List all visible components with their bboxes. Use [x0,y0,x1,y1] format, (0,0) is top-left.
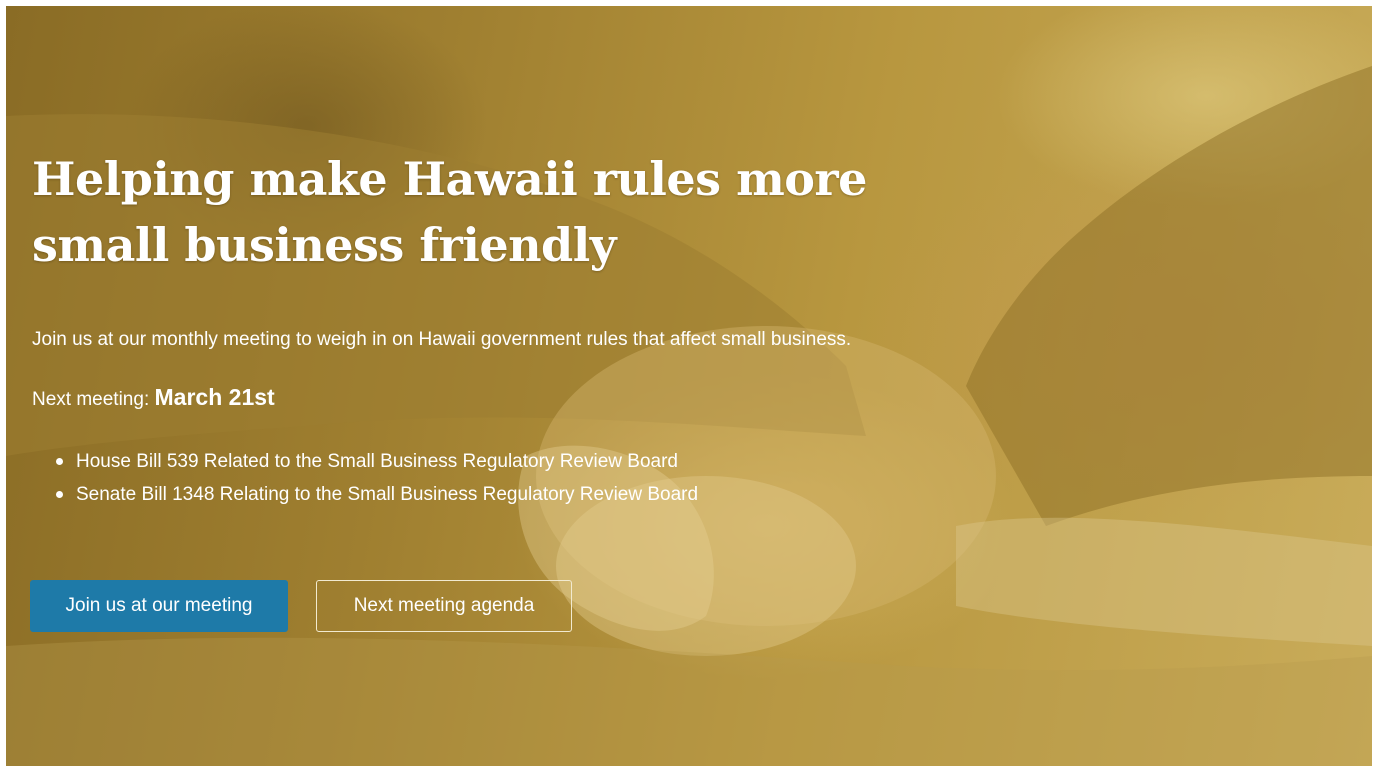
bill-text: Senate Bill 1348 Relating to the Small B… [76,484,699,505]
bullet-icon [56,458,63,465]
bill-text: House Bill 539 Related to the Small Busi… [76,451,678,472]
intro-text: Join us at our monthly meeting to weigh … [32,329,852,350]
list-item: Senate Bill 1348 Relating to the Small B… [52,478,892,511]
hero-content: Helping make Hawaii rules more small bus… [32,146,892,511]
next-meeting-label: Next meeting: [32,389,150,410]
next-meeting-date: March 21st [154,384,275,410]
next-meeting-line: Next meeting: March 21st [32,382,892,415]
page-title: Helping make Hawaii rules more small bus… [32,146,892,278]
bullet-icon [56,491,63,498]
page-title-line-1: Helping make Hawaii rules more [32,152,867,206]
meeting-agenda-button[interactable]: Next meeting agenda [316,580,572,632]
bill-list: House Bill 539 Related to the Small Busi… [52,445,892,511]
join-meeting-button[interactable]: Join us at our meeting [30,580,288,632]
cta-buttons: Join us at our meeting Next meeting agen… [30,580,572,632]
list-item: House Bill 539 Related to the Small Busi… [52,445,892,478]
page-title-line-2: small business friendly [32,218,616,272]
hero-section: Helping make Hawaii rules more small bus… [6,6,1372,766]
